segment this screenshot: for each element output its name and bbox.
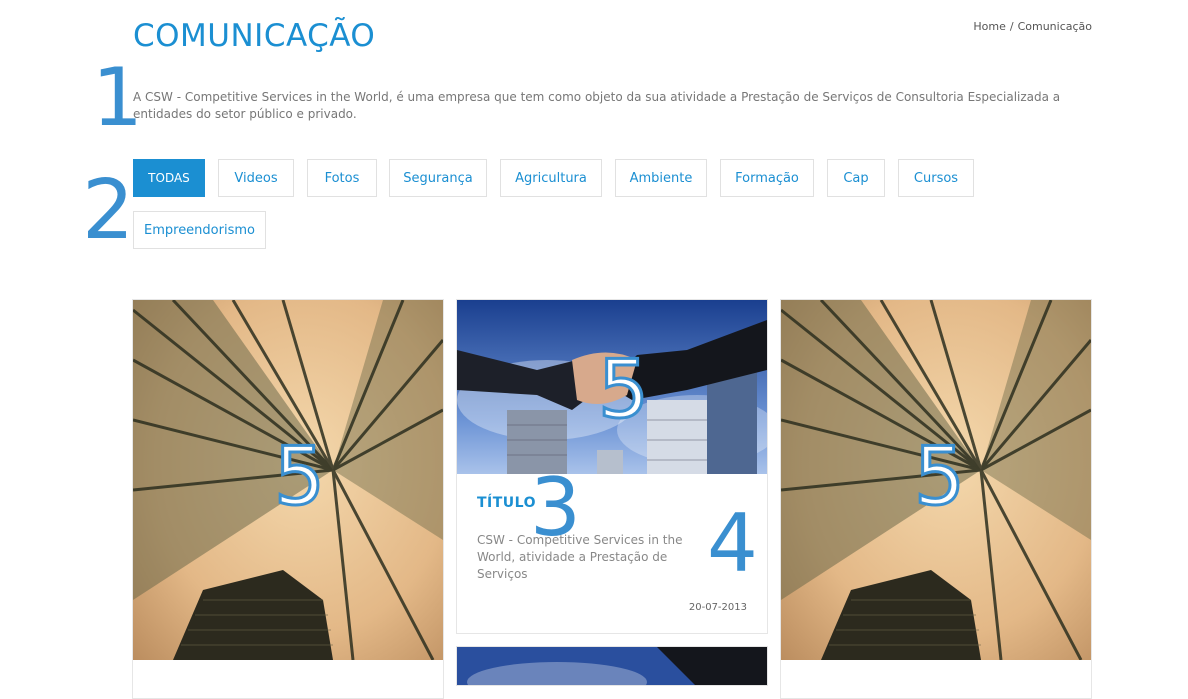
filter-fotos-button[interactable]: Fotos [307,159,377,197]
filter-empreendorismo-button[interactable]: Empreendorismo [133,211,266,249]
card-date: 20-07-2013 [688,602,747,613]
filter-ambiente-button[interactable]: Ambiente [615,159,707,197]
filter-seguranca-button[interactable]: Segurança [389,159,487,197]
breadcrumb: Home / Comunicação [973,20,1092,33]
filter-todas-button[interactable]: TODAS [133,159,205,197]
breadcrumb-current: Comunicação [1017,20,1092,33]
filter-agricultura-button[interactable]: Agricultura [500,159,602,197]
card-excerpt: CSW - Competitive Services in the World,… [477,533,683,581]
annotation-number-5-right: 5 [913,430,967,523]
portfolio-card-bottom[interactable] [456,646,768,686]
portfolio-card-building-right[interactable]: 5 [780,299,1092,699]
filter-cursos-button[interactable]: Cursos [898,159,974,197]
annotation-number-2: 2 [82,163,135,258]
filter-cap-button[interactable]: Cap [827,159,885,197]
annotation-number-5-left: 5 [273,430,327,523]
handshake-photo [457,647,767,685]
breadcrumb-home-link[interactable]: Home [973,20,1005,33]
annotation-number-5-center: 5 [597,343,651,436]
filter-videos-button[interactable]: Videos [218,159,294,197]
portfolio-card-building-left[interactable]: 5 [132,299,444,699]
breadcrumb-separator: / [1009,20,1014,33]
annotation-number-4: 4 [707,497,758,590]
card-title[interactable]: TÍTULO [477,495,536,511]
portfolio-card-featured[interactable]: 5 TÍTULO 3 CSW - Competitive Services in… [456,299,768,634]
filter-formacao-button[interactable]: Formação [720,159,814,197]
intro-text: A CSW - Competitive Services in the Worl… [133,90,1061,121]
page-title: COMUNICAÇÃO [133,18,376,54]
